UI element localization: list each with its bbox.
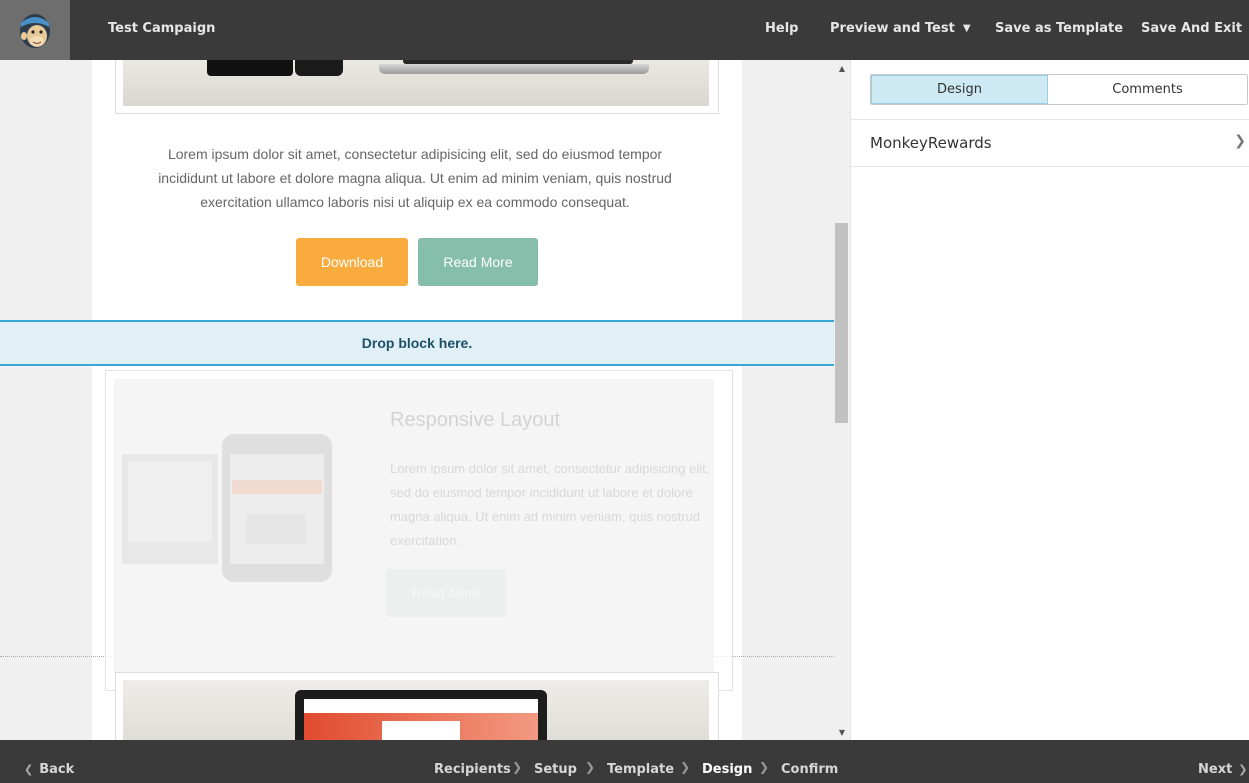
scroll-down-arrow-icon[interactable]: ▼ <box>834 724 850 740</box>
tab-comments[interactable]: Comments <box>1048 75 1247 104</box>
ghost-text: Lorem ipsum dolor sit amet, consectetur … <box>390 461 710 548</box>
scroll-up-arrow-icon[interactable]: ▲ <box>834 60 850 76</box>
download-button[interactable]: Download <box>296 238 408 286</box>
tab-design[interactable]: Design <box>871 75 1048 104</box>
dragged-block-ghost[interactable]: Responsive Layout Lorem ipsum dolor sit … <box>105 370 733 691</box>
save-as-template-button[interactable]: Save as Template <box>995 21 1123 36</box>
step-confirm[interactable]: Confirm <box>781 762 838 777</box>
drop-zone-label: Drop block here. <box>361 335 473 351</box>
save-and-exit-label: Save And Exit <box>1141 21 1243 36</box>
back-button[interactable]: ❮ Back <box>24 762 74 777</box>
preview-and-test-menu[interactable]: Preview and Test ▼ <box>830 21 971 36</box>
drop-zone[interactable]: Drop block here. <box>0 320 834 366</box>
scroll-thumb[interactable] <box>835 223 848 423</box>
monitor-image <box>123 680 709 740</box>
ghost-title: Responsive Layout <box>390 409 561 431</box>
responsive-devices-image <box>122 434 332 582</box>
save-and-exit-menu[interactable]: Save And Exit▼ <box>1141 21 1249 36</box>
bottom-bar: ❮ Back Recipients ❯ Setup ❯ Template ❯ De… <box>0 740 1249 783</box>
chevron-right-icon: ❯ <box>680 760 691 774</box>
top-bar: Test Campaign Help Preview and Test ▼ Sav… <box>0 0 1249 60</box>
chevron-down-icon: ▼ <box>962 23 971 34</box>
panel-tabs: Design Comments <box>870 74 1248 105</box>
step-template[interactable]: Template <box>607 762 674 777</box>
back-label: Back <box>39 762 75 777</box>
chevron-left-icon: ❮ <box>24 763 34 776</box>
ghost-block-content: Responsive Layout Lorem ipsum dolor sit … <box>114 379 714 672</box>
chevron-right-icon: ❯ <box>759 760 770 774</box>
body-paragraph: Lorem ipsum dolor sit amet, consectetur … <box>158 146 672 210</box>
step-recipients[interactable]: Recipients <box>434 762 511 777</box>
read-more-button[interactable]: Read More <box>418 238 538 286</box>
monkeyrewards-row[interactable]: MonkeyRewards ❯ <box>851 120 1249 167</box>
next-button[interactable]: Next ❯ <box>1198 762 1248 777</box>
editor-canvas: Lorem ipsum dolor sit amet, consectetur … <box>0 60 850 740</box>
mailchimp-logo-icon[interactable] <box>0 0 70 60</box>
step-setup[interactable]: Setup <box>534 762 577 777</box>
campaign-title: Test Campaign <box>108 21 216 36</box>
help-link[interactable]: Help <box>765 21 798 36</box>
design-panel: Design Comments MonkeyRewards ❯ <box>850 60 1249 740</box>
preview-and-test-label: Preview and Test <box>830 21 955 36</box>
help-label: Help <box>765 21 799 36</box>
canvas-scrollbar[interactable]: ▲ ▼ <box>834 60 850 740</box>
chevron-right-icon: ❯ <box>585 760 596 774</box>
monitor-screen <box>304 699 538 740</box>
hero-devices-image <box>123 60 709 106</box>
monitor-frame <box>295 690 547 740</box>
ghost-read-more-button: Read More <box>386 569 506 617</box>
chevron-right-icon: ❯ <box>1234 133 1246 149</box>
chevron-right-icon: ❯ <box>1238 763 1248 776</box>
monkeyrewards-label: MonkeyRewards <box>870 134 992 152</box>
step-design[interactable]: Design <box>702 762 752 777</box>
save-as-template-label: Save as Template <box>995 21 1124 36</box>
chevron-right-icon: ❯ <box>512 760 523 774</box>
next-label: Next <box>1198 762 1233 777</box>
